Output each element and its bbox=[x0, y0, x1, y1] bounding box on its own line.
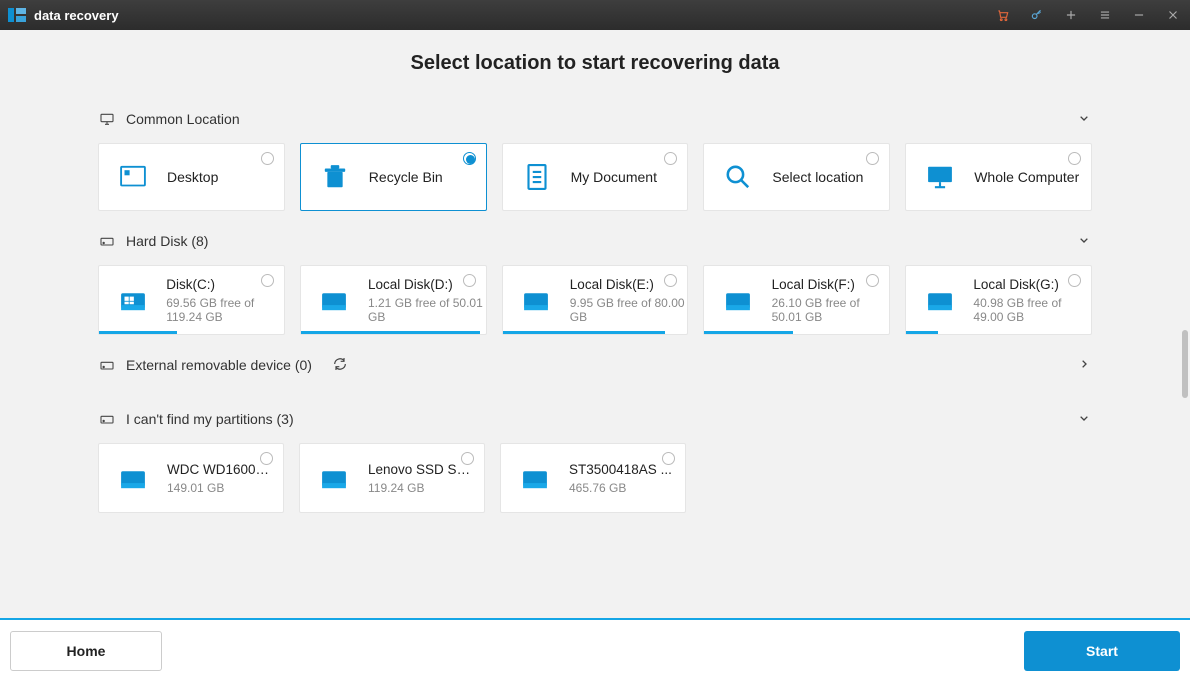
card-disk-c[interactable]: Disk(C:) 69.56 GB free of 119.24 GB bbox=[98, 265, 285, 335]
drive-icon bbox=[314, 461, 354, 495]
card-label: ST3500418AS ... bbox=[569, 462, 672, 477]
card-sub: 9.95 GB free of 80.00 GB bbox=[570, 296, 688, 324]
home-button[interactable]: Home bbox=[10, 631, 162, 671]
drive-icon bbox=[517, 283, 556, 317]
card-recycle-bin[interactable]: Recycle Bin bbox=[300, 143, 487, 211]
drive-windows-icon bbox=[113, 283, 152, 317]
card-desktop[interactable]: Desktop bbox=[98, 143, 285, 211]
card-label: My Document bbox=[571, 169, 657, 185]
key-icon[interactable] bbox=[1020, 0, 1054, 30]
card-lost-1[interactable]: WDC WD1600A... 149.01 GB bbox=[98, 443, 284, 513]
drive-icon bbox=[718, 283, 757, 317]
card-label: WDC WD1600A... bbox=[167, 462, 272, 477]
card-label: Recycle Bin bbox=[369, 169, 443, 185]
cart-icon[interactable] bbox=[986, 0, 1020, 30]
card-sub: 40.98 GB free of 49.00 GB bbox=[973, 296, 1091, 324]
card-label: Whole Computer bbox=[974, 169, 1079, 185]
card-label: Desktop bbox=[167, 169, 218, 185]
drive-icon bbox=[315, 283, 354, 317]
lost-row: WDC WD1600A... 149.01 GB Lenovo SSD SL..… bbox=[98, 443, 1092, 513]
chevron-right-icon bbox=[1076, 356, 1092, 375]
radio-icon[interactable] bbox=[261, 274, 274, 287]
start-button[interactable]: Start bbox=[1024, 631, 1180, 671]
radio-icon[interactable] bbox=[1068, 152, 1081, 165]
card-sub: 1.21 GB free of 50.01 GB bbox=[368, 296, 486, 324]
menu-icon[interactable] bbox=[1088, 0, 1122, 30]
disk-icon bbox=[98, 411, 116, 427]
card-my-document[interactable]: My Document bbox=[502, 143, 689, 211]
radio-icon[interactable] bbox=[866, 152, 879, 165]
radio-icon[interactable] bbox=[463, 152, 476, 165]
title-bar: data recovery bbox=[0, 0, 1190, 30]
computer-icon bbox=[920, 160, 960, 194]
card-disk-d[interactable]: Local Disk(D:) 1.21 GB free of 50.01 GB bbox=[300, 265, 487, 335]
card-select-location[interactable]: Select location bbox=[703, 143, 890, 211]
refresh-icon[interactable] bbox=[332, 356, 348, 375]
section-hard-disk[interactable]: Hard Disk (8) bbox=[98, 221, 1092, 261]
card-sub: 149.01 GB bbox=[167, 481, 272, 495]
drive-icon bbox=[113, 461, 153, 495]
trash-icon bbox=[315, 160, 355, 194]
close-icon[interactable] bbox=[1156, 0, 1190, 30]
usage-bar bbox=[906, 331, 937, 334]
minimize-icon[interactable] bbox=[1122, 0, 1156, 30]
radio-icon[interactable] bbox=[260, 452, 273, 465]
app-title: data recovery bbox=[34, 8, 119, 23]
main-area: Select location to start recovering data… bbox=[0, 30, 1190, 618]
search-icon bbox=[718, 160, 758, 194]
disk-icon bbox=[98, 233, 116, 249]
card-sub: 26.10 GB free of 50.01 GB bbox=[772, 296, 890, 324]
card-disk-e[interactable]: Local Disk(E:) 9.95 GB free of 80.00 GB bbox=[502, 265, 689, 335]
chevron-down-icon bbox=[1076, 110, 1092, 129]
radio-icon[interactable] bbox=[1068, 274, 1081, 287]
scrollbar-thumb[interactable] bbox=[1182, 330, 1188, 398]
radio-icon[interactable] bbox=[463, 274, 476, 287]
page-title: Select location to start recovering data bbox=[0, 30, 1190, 99]
usage-bar bbox=[99, 331, 177, 334]
chevron-down-icon bbox=[1076, 232, 1092, 251]
usage-bar bbox=[301, 331, 480, 334]
card-sub: 119.24 GB bbox=[368, 481, 473, 495]
desktop-icon bbox=[113, 160, 153, 194]
card-sub: 465.76 GB bbox=[569, 481, 672, 495]
radio-icon[interactable] bbox=[664, 152, 677, 165]
section-label: Hard Disk (8) bbox=[126, 233, 208, 249]
card-lost-3[interactable]: ST3500418AS ... 465.76 GB bbox=[500, 443, 686, 513]
section-lost-partitions[interactable]: I can't find my partitions (3) bbox=[98, 399, 1092, 439]
document-icon bbox=[517, 160, 557, 194]
drive-icon bbox=[920, 283, 959, 317]
card-lost-2[interactable]: Lenovo SSD SL... 119.24 GB bbox=[299, 443, 485, 513]
usage-bar bbox=[704, 331, 793, 334]
app-logo-icon bbox=[8, 8, 26, 22]
radio-icon[interactable] bbox=[662, 452, 675, 465]
section-external[interactable]: External removable device (0) bbox=[98, 345, 1092, 385]
section-label: Common Location bbox=[126, 111, 240, 127]
footer: Home Start bbox=[0, 620, 1190, 682]
radio-icon[interactable] bbox=[461, 452, 474, 465]
radio-icon[interactable] bbox=[261, 152, 274, 165]
common-row: Desktop Recycle Bin My Document bbox=[98, 143, 1092, 211]
harddisk-row: Disk(C:) 69.56 GB free of 119.24 GB Loca… bbox=[98, 265, 1092, 335]
card-disk-g[interactable]: Local Disk(G:) 40.98 GB free of 49.00 GB bbox=[905, 265, 1092, 335]
card-label: Select location bbox=[772, 169, 863, 185]
disk-icon bbox=[98, 357, 116, 373]
monitor-icon bbox=[98, 111, 116, 127]
chevron-down-icon bbox=[1076, 410, 1092, 429]
section-label: External removable device (0) bbox=[126, 357, 312, 373]
section-common-location[interactable]: Common Location bbox=[98, 99, 1092, 139]
drive-icon bbox=[515, 461, 555, 495]
section-label: I can't find my partitions (3) bbox=[126, 411, 294, 427]
card-sub: 69.56 GB free of 119.24 GB bbox=[166, 296, 284, 324]
card-label: Lenovo SSD SL... bbox=[368, 462, 473, 477]
card-disk-f[interactable]: Local Disk(F:) 26.10 GB free of 50.01 GB bbox=[703, 265, 890, 335]
plus-icon[interactable] bbox=[1054, 0, 1088, 30]
usage-bar bbox=[503, 331, 666, 334]
card-whole-computer[interactable]: Whole Computer bbox=[905, 143, 1092, 211]
